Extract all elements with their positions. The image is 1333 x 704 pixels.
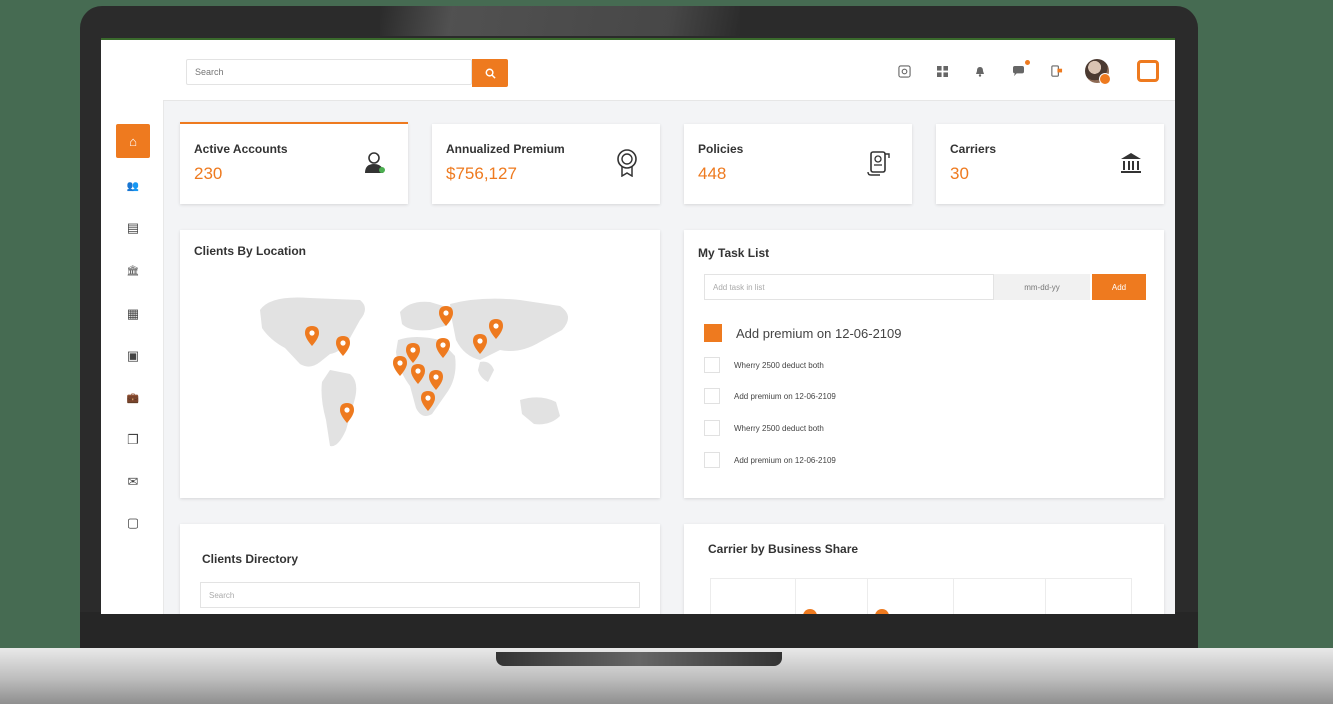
bezel-highlight <box>380 6 740 36</box>
bell-icon[interactable] <box>971 62 989 80</box>
sidebar-item-documents[interactable]: ▤ <box>116 211 150 245</box>
grid-icon[interactable] <box>933 62 951 80</box>
task-checkbox[interactable] <box>704 388 720 404</box>
avatar[interactable] <box>1085 59 1111 85</box>
task-checkbox[interactable] <box>704 324 722 342</box>
task-item[interactable]: Wherry 2500 deduct both <box>704 357 824 373</box>
settings-icon[interactable] <box>895 62 913 80</box>
stat-title: Annualized Premium <box>446 142 565 156</box>
add-task-button[interactable]: Add <box>1092 274 1146 300</box>
task-text: Add premium on 12-06-2109 <box>734 455 836 465</box>
task-text: Add premium on 12-06-2109 <box>734 391 836 401</box>
chart-marker <box>803 609 817 614</box>
stat-value: 448 <box>698 164 727 183</box>
notification-dot <box>1025 60 1030 65</box>
search-button[interactable] <box>472 59 508 87</box>
calendar-icon: ▦ <box>126 306 140 321</box>
task-item[interactable]: Add premium on 12-06-2109 <box>704 452 836 468</box>
sidebar-item-mail[interactable]: ✉ <box>116 465 150 499</box>
section-title: My Task List <box>698 246 770 260</box>
section-title: Carrier by Business Share <box>708 542 859 556</box>
carrier-share-chart <box>710 578 1132 614</box>
sidebar: ⌂ 👥 ▤ 🏛 ▦ ▣ 💼 ❐ ✉ ▢ <box>101 40 164 614</box>
sidebar-item-files[interactable]: ❐ <box>116 423 150 457</box>
stat-value: $756,127 <box>446 164 517 183</box>
clients-directory-card: Clients Directory Search <box>180 524 660 614</box>
task-item[interactable]: Add premium on 12-06-2109 <box>704 388 836 404</box>
avatar-badge <box>1099 73 1111 85</box>
search-icon <box>485 68 496 79</box>
laptop-notch <box>496 652 782 666</box>
contact-book-icon: ▣ <box>126 348 140 363</box>
task-checkbox[interactable] <box>704 452 720 468</box>
carrier-share-card: Carrier by Business Share <box>684 524 1164 614</box>
brand-logo[interactable] <box>1137 60 1159 82</box>
task-list-card: My Task List Add task in list mm-dd-yy A… <box>684 230 1164 498</box>
card-icon: ▢ <box>126 515 140 530</box>
task-text: Wherry 2500 deduct both <box>734 423 824 433</box>
stat-title: Policies <box>698 142 744 156</box>
task-text: Wherry 2500 deduct both <box>734 360 824 370</box>
users-icon: 👥 <box>126 180 140 192</box>
task-date-field[interactable]: mm-dd-yy <box>994 274 1090 300</box>
directory-search-input[interactable]: Search <box>200 582 640 608</box>
sidebar-item-users[interactable]: 👥 <box>116 169 150 203</box>
chart-gridline <box>1045 579 1046 614</box>
chart-marker <box>875 609 889 614</box>
sidebar-item-cards[interactable]: ▢ <box>116 506 150 540</box>
top-header <box>163 40 1175 101</box>
task-item[interactable]: Wherry 2500 deduct both <box>704 420 824 436</box>
stat-card-active-accounts[interactable]: Active Accounts 230 <box>180 122 408 204</box>
task-item[interactable]: Add premium on 12-06-2109 <box>704 324 902 342</box>
stat-title: Carriers <box>950 142 997 156</box>
user-icon <box>360 148 390 178</box>
stat-card-carriers[interactable]: Carriers 30 <box>936 124 1164 204</box>
chart-gridline <box>867 579 868 614</box>
stat-title: Active Accounts <box>194 142 288 156</box>
stat-card-annualized-premium[interactable]: Annualized Premium $756,127 <box>432 124 660 204</box>
laptop-screen: ⌂ 👥 ▤ 🏛 ▦ ▣ 💼 ❐ ✉ ▢ Active Accounts <box>101 38 1175 614</box>
sidebar-item-calendar[interactable]: ▦ <box>116 297 150 331</box>
task-input[interactable]: Add task in list <box>704 274 994 300</box>
search-input[interactable] <box>186 59 472 85</box>
task-text: Add premium on 12-06-2109 <box>736 325 902 341</box>
sidebar-item-carriers[interactable]: 🏛 <box>116 254 150 288</box>
header-actions <box>895 56 1159 86</box>
global-search <box>186 59 508 87</box>
laptop-lower-bezel <box>80 612 1198 652</box>
mail-icon: ✉ <box>127 474 139 489</box>
home-icon: ⌂ <box>129 133 137 149</box>
section-title: Clients Directory <box>202 552 299 566</box>
briefcase-icon: 💼 <box>126 392 140 404</box>
chat-icon[interactable] <box>1009 60 1030 80</box>
location-pins <box>305 306 503 423</box>
stat-card-policies[interactable]: Policies 448 <box>684 124 912 204</box>
files-icon: ❐ <box>127 432 139 447</box>
chart-gridline <box>795 579 796 614</box>
clients-by-location-card: Clients By Location <box>180 230 660 498</box>
award-icon <box>612 148 642 178</box>
document-icon: ▤ <box>126 220 140 235</box>
chart-gridline <box>953 579 954 614</box>
sidebar-item-contacts[interactable]: ▣ <box>116 339 150 373</box>
stat-value: 230 <box>194 164 223 183</box>
bank-icon: 🏛 <box>126 265 140 277</box>
stat-value: 30 <box>950 164 969 183</box>
bank-icon <box>1116 148 1146 178</box>
task-checkbox[interactable] <box>704 357 720 373</box>
sidebar-item-policies[interactable]: 💼 <box>116 381 150 415</box>
sidebar-item-home[interactable]: ⌂ <box>116 124 150 158</box>
task-checkbox[interactable] <box>704 420 720 436</box>
policy-scroll-icon <box>864 148 894 178</box>
card-icon[interactable] <box>1047 62 1065 80</box>
